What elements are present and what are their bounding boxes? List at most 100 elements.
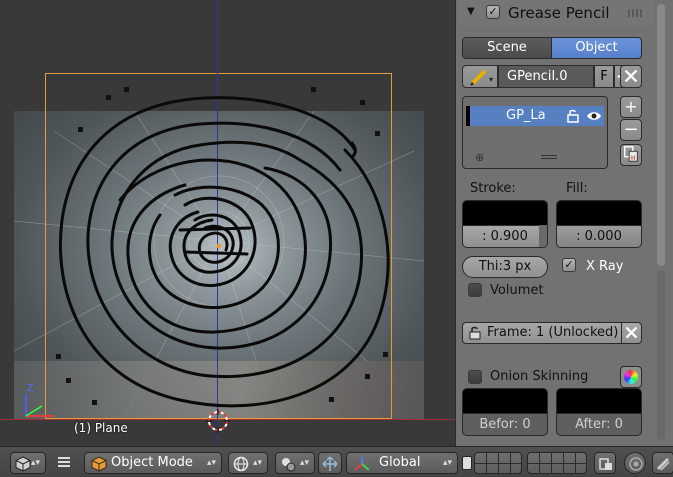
after-frames-field[interactable]: After: 0 bbox=[556, 388, 642, 436]
after-value[interactable]: After: 0 bbox=[557, 413, 641, 435]
gpencil-datablock-selector: ▾ GPencil.0 F bbox=[462, 65, 644, 88]
onion-color-button[interactable] bbox=[620, 366, 642, 388]
xray-label: X Ray bbox=[586, 259, 624, 274]
copy-layer-icon: id bbox=[624, 146, 638, 162]
frame-label: Frame: 1 (Unlocked) bbox=[487, 325, 619, 340]
layer-button-active[interactable] bbox=[462, 456, 472, 470]
tab-object[interactable]: Object bbox=[551, 37, 642, 59]
vertex-dot bbox=[383, 352, 388, 357]
3d-cursor-icon[interactable] bbox=[206, 409, 230, 433]
vertex-dot bbox=[360, 100, 365, 105]
pivot-point-button[interactable]: ▴▾ bbox=[275, 452, 315, 474]
remove-layer-button[interactable]: − bbox=[620, 119, 642, 141]
unlock-icon bbox=[469, 326, 481, 340]
cube-icon bbox=[15, 456, 31, 472]
layer-buttons-group-2[interactable] bbox=[527, 452, 587, 474]
stroke-opacity-bar bbox=[539, 225, 547, 247]
layer-list[interactable]: GP_La ⊕ bbox=[462, 96, 608, 169]
vertex-dot bbox=[329, 397, 334, 402]
xray-checkbox[interactable]: ✓ bbox=[562, 258, 576, 272]
menu-icon[interactable] bbox=[58, 457, 70, 467]
unlink-datablock-button[interactable] bbox=[620, 65, 642, 88]
scrollbar-thumb[interactable] bbox=[657, 4, 665, 266]
orientation-label: Global bbox=[379, 455, 421, 470]
tab-scene[interactable]: Scene bbox=[462, 37, 552, 59]
dropdown-arrow-icon: ▴▾ bbox=[206, 458, 216, 468]
shading-sphere-icon bbox=[233, 456, 249, 472]
fill-label: Fill: bbox=[566, 181, 588, 196]
proportional-edit-button[interactable] bbox=[624, 452, 646, 474]
before-value[interactable]: Befor: 0 bbox=[463, 413, 547, 435]
panel-scrollbar[interactable] bbox=[655, 0, 668, 446]
axis-z-label: Z bbox=[27, 383, 34, 394]
dropdown-arrow-icon: ▴▾ bbox=[299, 458, 309, 468]
volumetric-checkbox[interactable] bbox=[468, 283, 482, 297]
lock-camera-button[interactable] bbox=[594, 452, 616, 474]
3d-viewport[interactable]: Z (1) Plane bbox=[0, 0, 455, 446]
add-layer-button[interactable]: + bbox=[620, 96, 642, 118]
volumetric-label: Volumet bbox=[490, 283, 544, 298]
snapping-button[interactable] bbox=[652, 452, 673, 474]
viewport-shading-button[interactable]: ▴▾ bbox=[228, 452, 268, 474]
vertex-dot bbox=[78, 127, 83, 132]
before-frames-field[interactable]: Befor: 0 bbox=[462, 388, 548, 436]
list-filter-icon[interactable]: ⊕ bbox=[475, 151, 484, 164]
object-mode-icon bbox=[91, 456, 107, 472]
layer-name: GP_La bbox=[506, 108, 546, 123]
onion-skinning-label: Onion Skinning bbox=[490, 369, 589, 384]
dropdown-arrow-icon: ▴▾ bbox=[252, 458, 262, 468]
stroke-opacity-field[interactable]: : 0.900 bbox=[463, 225, 547, 247]
active-object-label: (1) Plane bbox=[74, 421, 128, 435]
arrows-icon bbox=[322, 456, 338, 471]
list-resize-grip[interactable] bbox=[541, 155, 557, 159]
dropdown-arrow-icon: ▴▾ bbox=[442, 458, 452, 468]
vertex-dot bbox=[365, 374, 370, 379]
transform-orientation-selector[interactable]: Global ▴▾ bbox=[346, 452, 458, 474]
vertex-dot bbox=[375, 131, 380, 136]
stroke-label: Stroke: bbox=[470, 181, 516, 196]
close-icon bbox=[624, 69, 638, 83]
panel-drag-grip-icon[interactable] bbox=[628, 9, 642, 17]
vertex-dot bbox=[106, 95, 111, 100]
onion-skinning-checkbox[interactable] bbox=[468, 370, 482, 384]
stroke-color-field[interactable]: : 0.900 bbox=[462, 200, 548, 248]
datablock-name-field[interactable]: GPencil.0 bbox=[498, 65, 594, 88]
axis-gizmo bbox=[25, 394, 54, 417]
editor-type-button[interactable]: ▴▾ bbox=[10, 452, 46, 474]
duplicate-layer-button[interactable]: id bbox=[620, 144, 642, 166]
frame-field[interactable]: Frame: 1 (Unlocked) bbox=[462, 322, 622, 344]
fill-color-field[interactable]: : 0.000 bbox=[556, 200, 642, 248]
vertex-dot bbox=[311, 87, 316, 92]
layer-list-item[interactable]: GP_La bbox=[466, 106, 604, 126]
scrollbar-track bbox=[657, 270, 665, 440]
layer-buttons-group-1[interactable] bbox=[474, 452, 522, 474]
pencil-browse-button[interactable]: ▾ bbox=[462, 65, 498, 88]
manipulator-toggle[interactable] bbox=[318, 452, 342, 474]
dropdown-arrow-icon: ▴▾ bbox=[30, 458, 40, 468]
vertex-dot bbox=[124, 87, 129, 92]
color-wheel-icon bbox=[624, 370, 638, 384]
fill-opacity-field[interactable]: : 0.000 bbox=[557, 225, 641, 247]
mode-label: Object Mode bbox=[111, 455, 193, 470]
collapse-triangle-icon[interactable]: ▼ bbox=[467, 6, 475, 17]
vertex-dot bbox=[66, 378, 71, 383]
grease-pencil-panel-header[interactable]: ▼ ✓ Grease Pencil bbox=[458, 0, 654, 26]
3d-view-header: ▴▾ Object Mode ▴▾ ▴▾ ▴▾ Global ▴▾ bbox=[0, 446, 673, 477]
fake-user-button[interactable]: F bbox=[594, 65, 614, 88]
unlock-icon[interactable] bbox=[566, 109, 580, 123]
close-icon bbox=[625, 326, 638, 339]
svg-text:id: id bbox=[631, 155, 636, 161]
panel-title: Grease Pencil bbox=[508, 4, 610, 22]
thickness-field[interactable]: Thi:3 px bbox=[462, 256, 548, 278]
mode-selector[interactable]: Object Mode ▴▾ bbox=[84, 452, 222, 474]
properties-panel: ▼ ✓ Grease Pencil Scene Object ▾ GPencil… bbox=[455, 0, 673, 446]
vertex-dot bbox=[56, 354, 61, 359]
grease-pencil-enable-checkbox[interactable]: ✓ bbox=[486, 5, 500, 19]
pencil-icon: ▾ bbox=[470, 69, 493, 86]
pivot-icon bbox=[282, 458, 296, 472]
snap-magnet-icon bbox=[656, 457, 670, 471]
layer-lock-icon bbox=[599, 458, 612, 470]
eye-icon[interactable] bbox=[586, 109, 602, 123]
proportional-edit-icon bbox=[629, 457, 643, 471]
delete-frame-button[interactable] bbox=[621, 322, 642, 344]
